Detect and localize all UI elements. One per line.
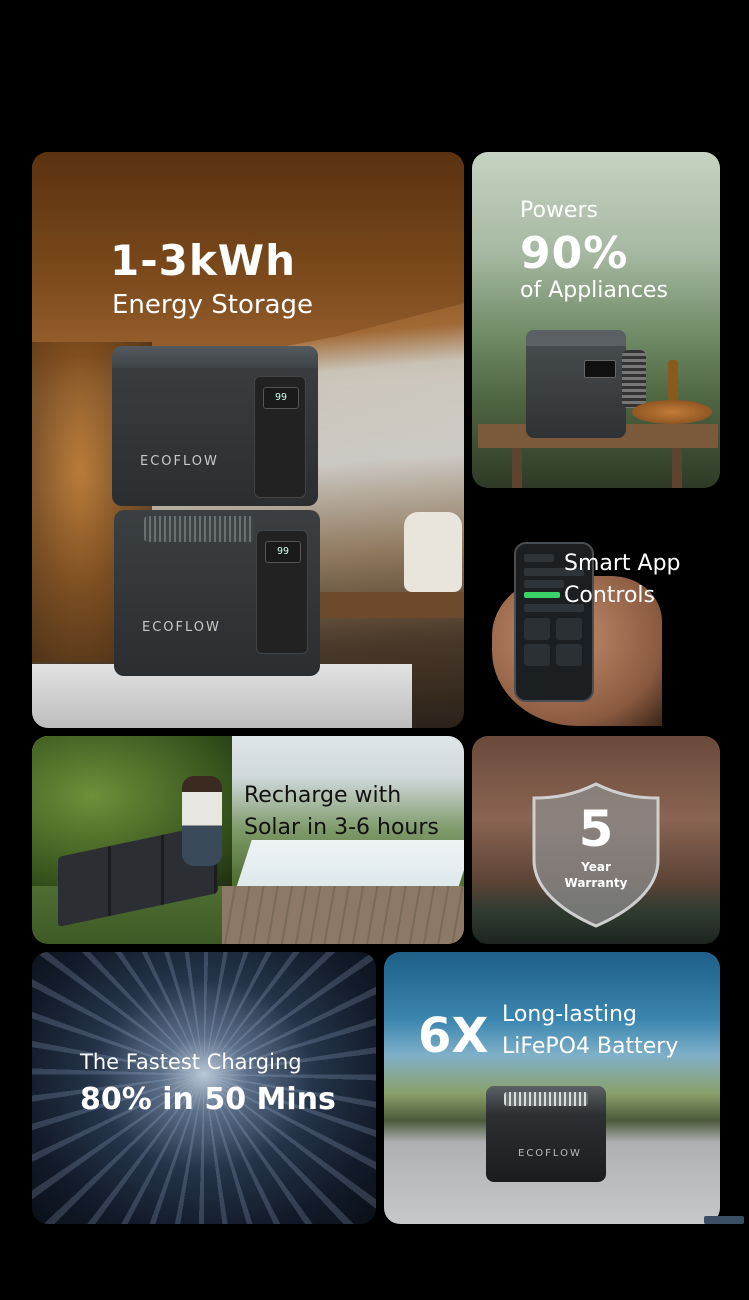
appliances-tile: Powers 90% of Appliances [472,152,720,488]
warranty-label-warranty: Warranty [564,876,628,890]
power-station-graphic: ECOFLOW [486,1086,606,1182]
fast-charging-label: The Fastest Charging [80,1050,302,1074]
roast-chicken-graphic [632,400,712,424]
smart-app-line2: Controls [564,583,655,608]
appliances-percentage: 90% [520,228,629,279]
capacity-headline: 1-3kWh [110,236,297,285]
person-graphic [182,776,222,866]
appliances-label-bottom: of Appliances [520,278,668,303]
lantern-graphic [622,350,646,408]
solar-line2: Solar in 3-6 hours [244,815,439,840]
brand-logo: ECOFLOW [518,1148,582,1159]
solar-line1: Recharge with [244,783,402,808]
smart-app-tile: Smart App Controls [472,496,720,728]
battery-label-line1: Long-lasting [502,1002,637,1027]
power-station-graphic [526,330,626,438]
kettle-graphic [404,512,462,592]
brand-logo: ECOFLOW [140,454,219,469]
vent-grille [144,516,254,542]
display-screen: 99 [263,387,299,409]
smart-app-text: Smart App Controls [564,548,681,612]
solar-tile: Recharge with Solar in 3-6 hours [32,736,464,944]
warranty-years: 5 [578,800,614,858]
display-screen: 99 [265,541,301,563]
battery-level-bar [524,592,560,598]
power-station-bottom: 99 ECOFLOW [114,510,320,676]
battery-multiplier: 6X [418,1008,489,1064]
warranty-label-year: Year [581,860,611,874]
fast-charging-stat: 80% in 50 Mins [80,1082,336,1117]
energy-storage-tile: 99 ECOFLOW 99 ECOFLOW 1-3kWh Energy Stor… [32,152,464,728]
fast-charging-tile: The Fastest Charging 80% in 50 Mins [32,952,376,1224]
battery-label-line2: LiFePO4 Battery [502,1034,679,1059]
brand-logo: ECOFLOW [142,620,221,635]
appliances-label-top: Powers [520,198,598,223]
table-graphic [302,592,464,618]
smart-app-line1: Smart App [564,551,681,576]
vent-grille [504,1092,588,1106]
table-leg [512,448,522,488]
table-leg [672,448,682,488]
solar-text: Recharge with Solar in 3-6 hours [244,780,439,844]
deck-graphic [222,886,464,944]
corner-accent [704,1216,744,1224]
battery-tile: ECOFLOW 6X Long-lasting LiFePO4 Battery [384,952,720,1224]
warranty-tile: 5 Year Warranty [472,736,720,944]
capacity-subhead: Energy Storage [112,290,314,320]
bottle-graphic [668,360,678,400]
power-station-top: 99 ECOFLOW [112,346,318,506]
